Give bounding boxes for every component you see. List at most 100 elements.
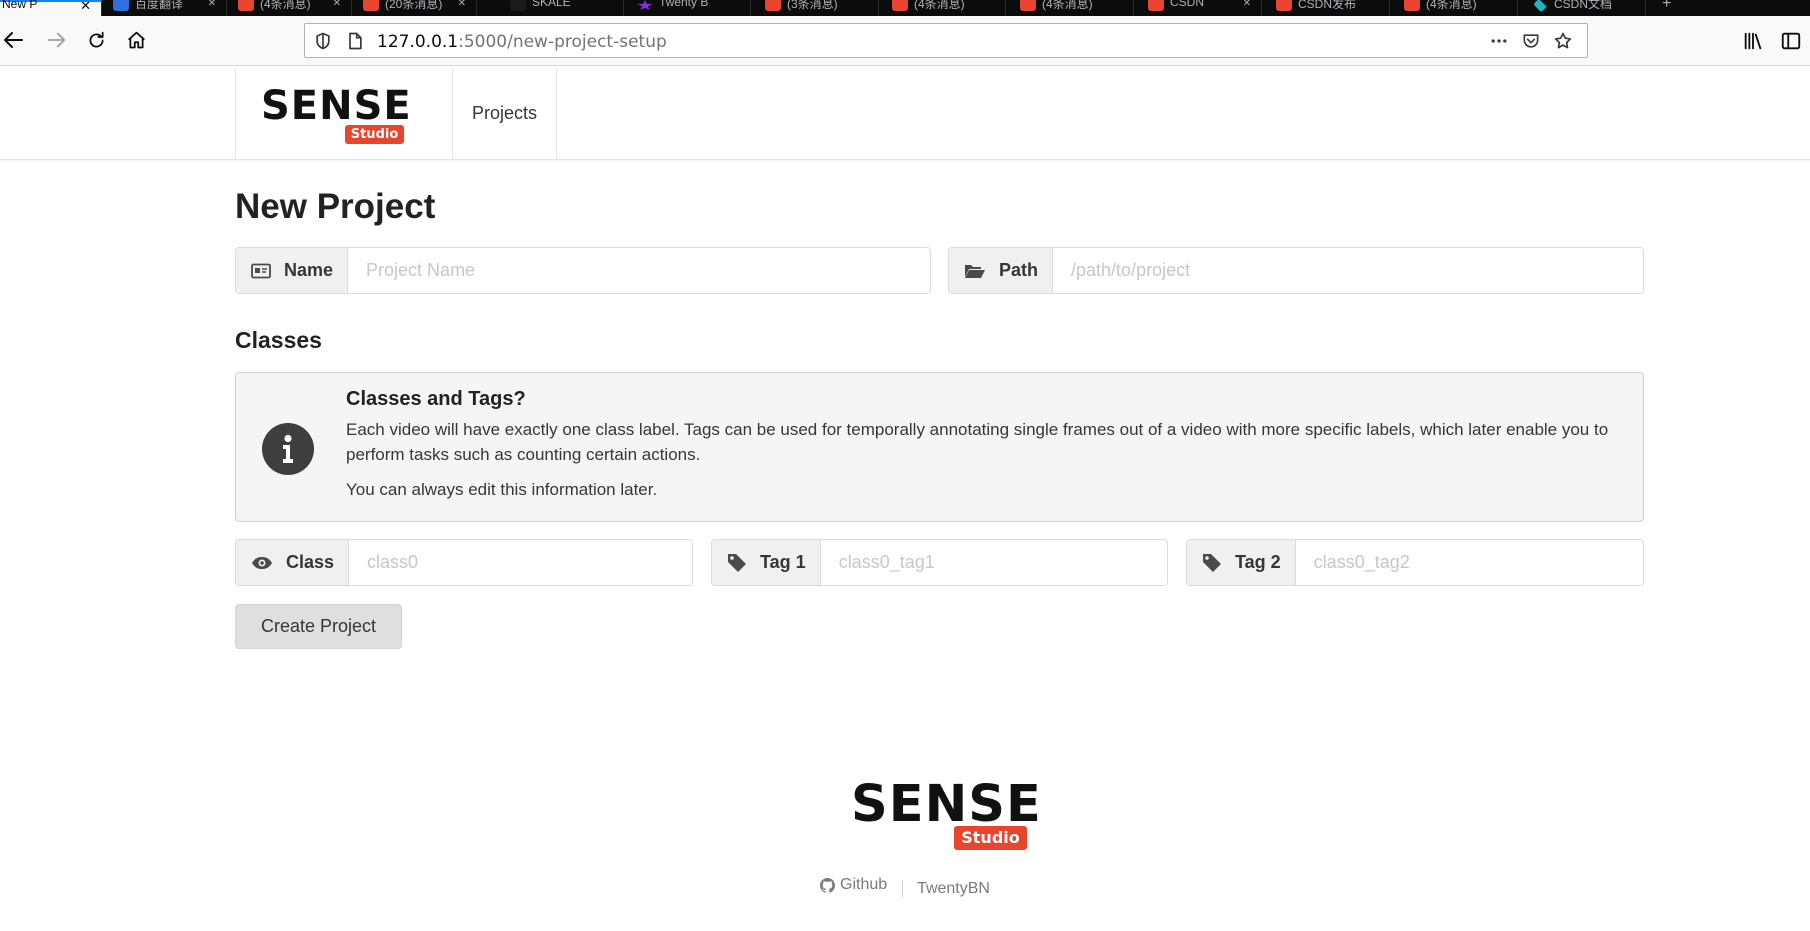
tag-icon	[728, 553, 746, 572]
app-header: SENSE Studio Projects	[0, 67, 1810, 160]
eye-icon	[252, 556, 272, 569]
browser-tab-title: CSDN发布	[1298, 0, 1357, 11]
name-field: Name	[235, 247, 931, 294]
url-bar[interactable]: 127.0.0.1:5000/new-project-setup	[304, 23, 1588, 58]
footer-sense-studio-logo: SENSE Studio	[851, 779, 1042, 850]
id-card-icon	[251, 263, 271, 278]
class-addon: Class	[236, 540, 350, 585]
page-title: New Project	[235, 187, 436, 226]
browser-tab-active[interactable]: New P ✕	[0, 0, 102, 16]
footer-links: Github TwentyBN	[0, 876, 1810, 898]
brand-logo-link[interactable]: SENSE Studio	[235, 67, 453, 160]
browser-tab-title: CSDN文档	[1554, 0, 1613, 11]
browser-tab[interactable]: CSDN发布	[1266, 0, 1390, 16]
url-host: 127.0.0.1	[377, 32, 459, 52]
browser-tab-title: (4条消息)	[914, 0, 965, 11]
back-button[interactable]	[0, 26, 28, 54]
close-tab-icon[interactable]: ✕	[458, 0, 466, 9]
tag2-input[interactable]	[1295, 540, 1643, 585]
browser-tab[interactable]: (3条消息)	[755, 0, 879, 16]
twentybn-link-label: TwentyBN	[917, 879, 990, 897]
reload-button[interactable]	[82, 26, 110, 54]
tag2-field: Tag 2	[1186, 539, 1644, 586]
close-tab-icon[interactable]: ✕	[1243, 0, 1251, 9]
browser-tab[interactable]: SKALE	[500, 0, 624, 16]
path-input[interactable]	[1053, 248, 1643, 293]
star-favicon-icon	[637, 0, 653, 11]
browser-tab-title: (4条消息)	[1042, 0, 1093, 11]
github-icon	[820, 877, 836, 893]
browser-tab[interactable]: CSDN文档	[1522, 0, 1646, 16]
class-label: Class	[286, 552, 335, 572]
path-label: Path	[999, 260, 1039, 280]
info-circle-icon	[262, 423, 314, 475]
page-info-icon[interactable]	[345, 31, 365, 51]
browser-tab[interactable]: 百度翻译 ✕	[103, 0, 227, 16]
browser-tab-title: (3条消息)	[787, 0, 838, 11]
close-tab-icon[interactable]: ✕	[333, 0, 341, 9]
url-text[interactable]: 127.0.0.1:5000/new-project-setup	[377, 32, 667, 52]
csdn-favicon-icon	[1276, 0, 1292, 11]
github-link[interactable]: Github	[820, 876, 887, 894]
forward-button[interactable]	[42, 26, 70, 54]
new-tab-icon[interactable]: +	[1662, 0, 1671, 13]
tag2-addon: Tag 2	[1187, 540, 1296, 585]
csdn-favicon-icon	[892, 0, 908, 11]
browser-tab[interactable]: (20条消息) ✕	[353, 0, 477, 16]
skale-favicon-icon	[510, 0, 526, 11]
home-icon	[127, 31, 145, 48]
csdn-favicon-icon	[1020, 0, 1036, 11]
browser-tab-title: (4条消息)	[260, 0, 311, 11]
reload-icon	[89, 31, 103, 47]
browser-tab-title: SKALE	[532, 0, 571, 9]
shield-icon[interactable]	[313, 31, 333, 51]
create-project-button[interactable]: Create Project	[235, 604, 402, 649]
csdn-favicon-icon	[1148, 0, 1164, 11]
github-link-label: Github	[840, 876, 888, 893]
close-tab-icon[interactable]: ✕	[80, 0, 91, 14]
notice-body: Each video will have exactly one class l…	[346, 420, 1609, 464]
class-field: Class	[235, 539, 693, 586]
browser-tab-title: Twenty B	[659, 0, 709, 9]
class-input[interactable]	[349, 540, 692, 585]
name-label: Name	[284, 260, 334, 280]
tag1-label: Tag 1	[760, 552, 806, 572]
browser-tab[interactable]: (4条消息)	[1010, 0, 1134, 16]
csdn-favicon-icon	[238, 0, 254, 11]
logo-wordmark: SENSE	[261, 83, 412, 129]
name-addon: Name	[236, 248, 349, 293]
tag1-input[interactable]	[820, 540, 1167, 585]
library-icon[interactable]	[1742, 30, 1764, 52]
sense-studio-logo: SENSE Studio	[261, 83, 412, 144]
path-field: Path	[948, 247, 1644, 294]
notice-title: Classes and Tags?	[346, 388, 526, 410]
sidebar-icon[interactable]	[1780, 30, 1802, 52]
more-actions-icon[interactable]	[1489, 31, 1509, 51]
notice-note: You can always edit this information lat…	[346, 480, 658, 499]
tag1-field: Tag 1	[711, 539, 1168, 586]
home-button[interactable]	[122, 26, 150, 54]
folder-open-icon	[965, 264, 985, 278]
close-tab-icon[interactable]: ✕	[208, 0, 216, 9]
footer-divider	[901, 879, 903, 897]
tag1-addon: Tag 1	[712, 540, 821, 585]
baidu-favicon-icon	[113, 0, 129, 11]
classes-info-notice: Classes and Tags? Each video will have e…	[235, 372, 1644, 522]
pocket-icon[interactable]	[1521, 31, 1541, 51]
name-input[interactable]	[348, 248, 930, 293]
tag2-label: Tag 2	[1235, 552, 1281, 572]
nav-projects-link[interactable]: Projects	[453, 67, 557, 160]
classes-heading: Classes	[235, 327, 322, 353]
bookmark-star-icon[interactable]	[1553, 31, 1573, 51]
browser-toolbar: 127.0.0.1:5000/new-project-setup	[0, 16, 1810, 66]
browser-tab[interactable]: (4条消息) ✕	[228, 0, 352, 16]
browser-tab-title: CSDN	[1170, 0, 1205, 9]
browser-tab-title: (20条消息)	[385, 0, 443, 11]
browser-tab[interactable]: (4条消息)	[882, 0, 1006, 16]
browser-tab[interactable]: CSDN ✕	[1138, 0, 1262, 16]
browser-tab[interactable]: Twenty B	[627, 0, 751, 16]
browser-tab-title: (4条消息)	[1426, 0, 1477, 11]
arrow-right-icon	[47, 32, 66, 48]
twentybn-link[interactable]: TwentyBN	[917, 880, 990, 898]
browser-tab[interactable]: (4条消息)	[1394, 0, 1518, 16]
